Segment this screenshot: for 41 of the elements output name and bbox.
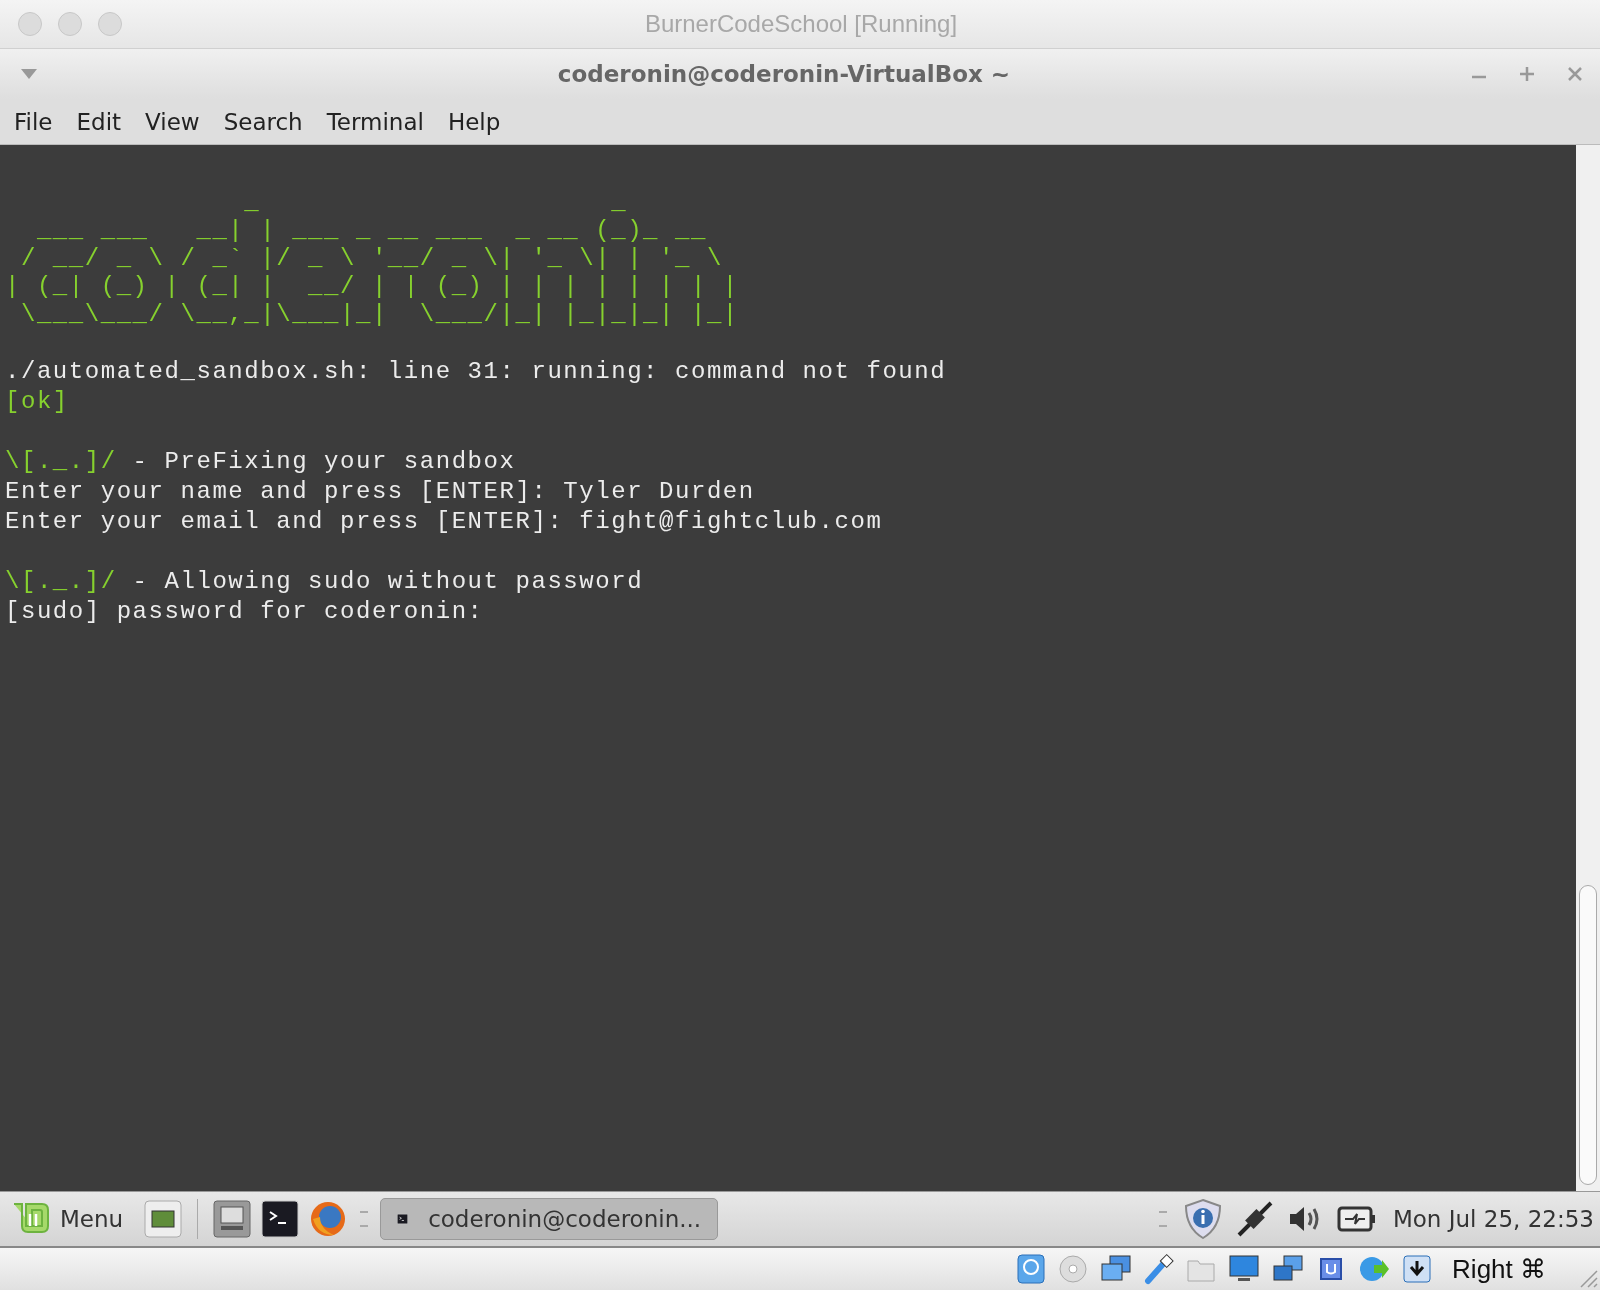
host-key-label: Right ⌘ <box>1452 1253 1546 1285</box>
show-desktop-icon[interactable] <box>143 1199 184 1239</box>
menu-item[interactable]: Terminal <box>326 108 424 135</box>
menu-button[interactable]: Menu <box>12 1202 136 1236</box>
window-title: BurnerCodeSchool [Running] <box>643 10 959 38</box>
menu-item[interactable]: Help <box>447 108 501 135</box>
computer-icon[interactable] <box>212 1199 253 1239</box>
close-icon[interactable] <box>1566 65 1584 83</box>
monitor-icon[interactable] <box>1228 1254 1261 1284</box>
menu-item[interactable]: File <box>14 108 53 135</box>
terminal-text: ./automated_sandbox.sh: line 31: running: command not found <box>5 358 947 385</box>
terminal-text: [ok] <box>5 388 69 415</box>
leaf-logo-icon <box>12 1202 50 1236</box>
scroll-thumb[interactable] <box>1579 885 1597 1185</box>
terminal-text: Enter your name and press [ENTER]: Tyler Durden <box>5 478 755 505</box>
terminal-text: - PreFixing your sandbox <box>131 448 516 475</box>
optical-disc-icon[interactable] <box>1058 1254 1089 1284</box>
ascii-art-text: _ _ ___ ___ __| | ___ _ __ ___ _ __ (_)_ __ / __/ _ \ / _` |/ _ \ '__/ _ \| '_ \| | '_ \ | (_| (_) | (_| | __/ | | (_) | | | | | | | | \___\___/ \__,_|\___|_| \___/|_| |_|_|_| |_| <box>5 189 739 329</box>
terminal-text: Enter your email and press [ENTER]: fight@fightclub.com <box>5 508 883 535</box>
terminal-text: [sudo] password for coderonin: <box>5 598 484 625</box>
terminal-text: \[._.]/ <box>5 448 117 475</box>
terminal-icon[interactable] <box>260 1199 301 1239</box>
usb-icon[interactable] <box>1144 1253 1175 1285</box>
grip-icon <box>360 1211 369 1227</box>
menu-item[interactable]: Edit <box>76 108 122 135</box>
network-icon[interactable] <box>1100 1254 1133 1284</box>
dropdown-icon[interactable] <box>20 68 38 80</box>
shield-icon[interactable] <box>1182 1198 1223 1240</box>
menu-item[interactable]: View <box>145 108 200 135</box>
terminal-text: - Allowing sudo without password <box>131 568 644 595</box>
scrollbar[interactable] <box>1576 145 1600 1191</box>
windows-icon[interactable] <box>1272 1254 1305 1284</box>
download-icon[interactable] <box>1402 1254 1433 1284</box>
window-title: coderonin@coderonin-VirtualBox ~ <box>556 61 1012 87</box>
menu-item[interactable]: Search <box>223 108 303 135</box>
grip-icon <box>1158 1211 1167 1227</box>
window-button[interactable]: coderonin@coderonin... <box>380 1198 719 1240</box>
maximize-icon[interactable] <box>1518 65 1536 83</box>
terminal-text: \[._.]/ <box>5 568 117 595</box>
clock[interactable]: Mon Jul 25, 22:53 <box>1392 1206 1594 1232</box>
battery-icon[interactable] <box>1336 1205 1377 1233</box>
